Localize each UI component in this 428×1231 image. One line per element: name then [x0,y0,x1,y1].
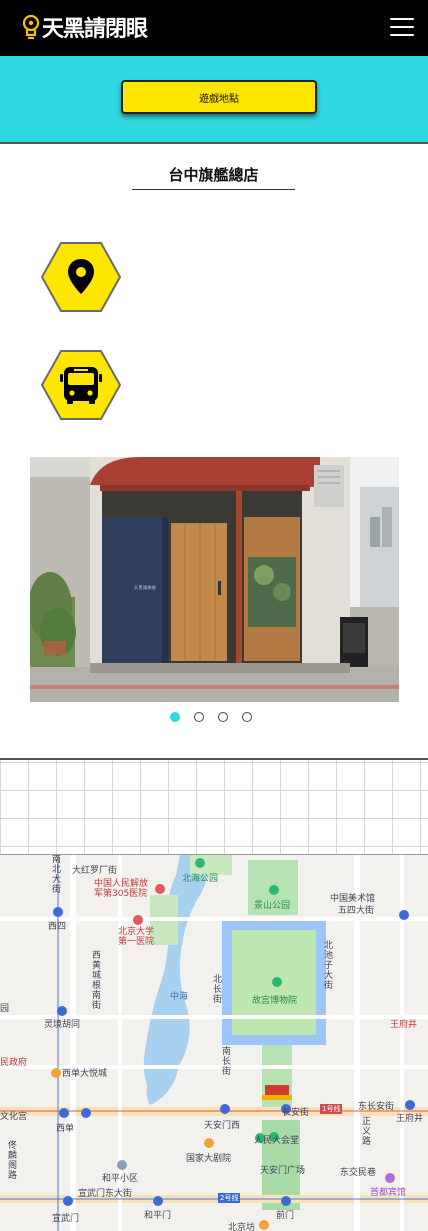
map-label: 天安门广场 [260,1166,306,1176]
map-label: 东交民巷 [340,1168,377,1178]
map-label: 东长安街 [358,1102,395,1112]
map-label: 北长街 [213,975,223,1005]
map-label: 1号线 [320,1104,343,1114]
map-label: 北京坊 [228,1223,256,1231]
map-label: 民政府 [0,1058,28,1068]
map-label: 景山公园 [254,901,291,911]
brand-logo[interactable]: 天黑請閉眼 [22,11,148,43]
game-location-button[interactable]: 遊戲地點 [121,80,317,114]
map-labels: 北海公园 大红罗厂街 景山公园 中国美术馆 五四大街 中国人民解放军第305医院… [0,855,428,1231]
map-label: 正义路 [362,1117,372,1147]
top-nav-bar: 天黑請閉眼 [0,0,428,56]
location-banner: 遊戲地點 [0,56,428,144]
map-label: 和平门 [144,1211,172,1221]
carousel-dot-2[interactable] [194,712,204,722]
map-label: 和平小区 [102,1174,139,1184]
map-label: 南长街 [222,1047,232,1077]
map-label: 文化宫 [0,1112,28,1122]
map-label: 前门 [276,1211,295,1221]
hamburger-menu-icon[interactable] [390,18,414,36]
carousel-dot-4[interactable] [242,712,252,722]
map-label: 王府井 [396,1114,424,1124]
map-label: 宣武门东大街 [78,1189,133,1199]
map-label: 西黄城根南街 [92,951,102,1011]
map-label: 国家大剧院 [186,1154,232,1164]
map-label: 西单 [56,1124,75,1134]
map-label: 王府井 [390,1020,418,1030]
carousel-pagination [170,712,252,722]
menu-line [390,34,414,36]
menu-line [390,18,414,20]
map-label: 灵境胡同 [44,1020,81,1030]
map-label: 南北大街 [52,855,62,895]
carousel-dot-3[interactable] [218,712,228,722]
store-title: 台中旗艦總店 [132,164,295,190]
map-label: 北海公园 [182,874,219,884]
menu-line [390,26,414,28]
bus-icon[interactable] [41,350,121,420]
carousel-dot-1[interactable] [170,712,180,722]
map-label: 天安门西 [204,1121,241,1131]
location-map[interactable]: 北海公园 大红罗厂街 景山公园 中国美术馆 五四大街 中国人民解放军第305医院… [0,854,428,1231]
storefront-image [30,457,399,702]
map-label: 首都宾馆 [370,1188,407,1198]
map-label: 园 [0,1004,10,1014]
map-label: 中海 [170,992,189,1002]
lightbulb-logo-icon [22,14,40,39]
map-label: 长安街 [282,1108,310,1118]
map-pin-icon[interactable] [41,242,121,312]
map-label: 西单大悦城 [62,1069,108,1079]
map-label: 北池子大街 [324,941,334,991]
storefront-photo[interactable]: 天黑請閉眼 [30,457,399,702]
map-label: 2号线 [218,1193,241,1203]
map-label: 故宫博物院 [252,996,298,1006]
map-label: 五四大街 [338,906,375,916]
map-label: 中国人民解放军第305医院 [94,879,149,899]
grid-background [0,758,428,856]
map-label: 大红罗厂街 [72,866,118,876]
map-label: 佟麟阁路 [8,1141,18,1181]
map-label: 人民大会堂 [254,1136,300,1146]
storefront-sign: 天黑請閉眼 [134,585,157,590]
map-label: 西四 [48,922,67,932]
map-label: 北京大学第一医院 [118,927,155,947]
map-label: 宣武门 [52,1214,80,1224]
brand-logo-text: 天黑請閉眼 [42,17,148,42]
